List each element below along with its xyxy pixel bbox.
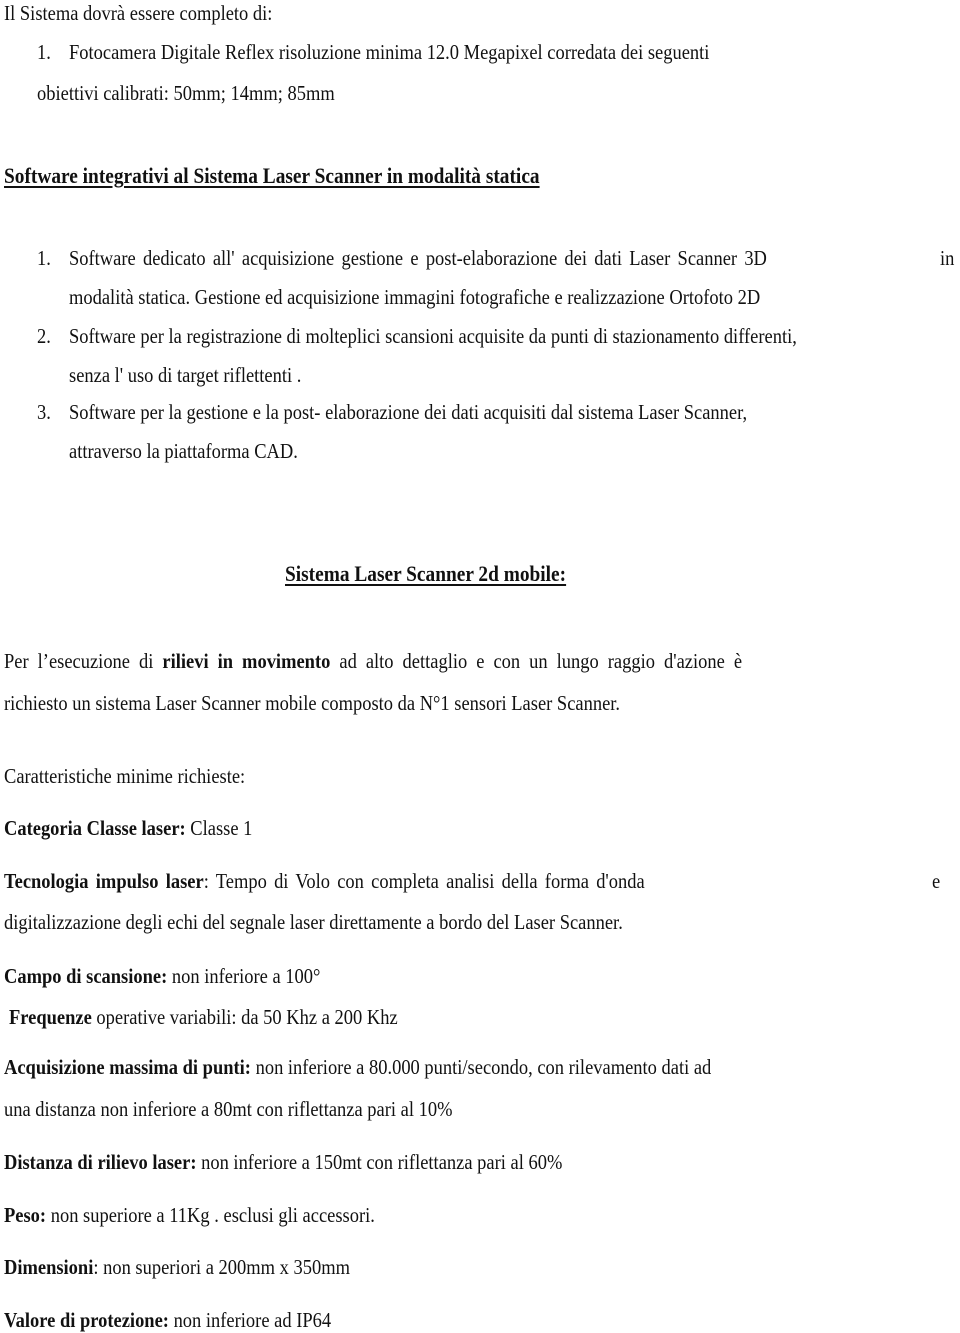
spec-frequenze-value: operative variabili: da 50 Khz a 200 Khz — [91, 1005, 398, 1029]
spec-categoria: Categoria Classe laser: Classe 1 — [4, 816, 252, 840]
mobile-intro-line2: richiesto un sistema Laser Scanner mobil… — [4, 691, 621, 715]
spec-protezione-label: Valore di protezione: — [4, 1308, 169, 1332]
spec-protezione-value: non inferiore ad IP64 — [168, 1308, 332, 1332]
spec-protezione: Valore di protezione: non inferiore ad I… — [4, 1308, 331, 1332]
spec-tecnologia-label: Tecnologia impulso laser — [4, 869, 204, 893]
spec-categoria-value: Classe 1 — [185, 816, 253, 840]
mobile-intro-post: ad alto dettaglio e con un lungo raggio … — [330, 649, 743, 673]
software-item-1-number: 1. — [37, 246, 51, 270]
software-item-2-line2: senza l' uso di target riflettenti . — [69, 363, 302, 387]
spec-categoria-label: Categoria Classe laser: — [4, 816, 186, 840]
software-item-1-line2: modalità statica. Gestione ed acquisizio… — [69, 285, 761, 309]
spec-dimensioni-label: Dimensioni — [4, 1255, 94, 1279]
software-item-3-line1: Software per la gestione e la post- elab… — [69, 400, 748, 424]
software-item-1-line1: Software dedicato all' acquisizione gest… — [69, 246, 767, 270]
spec-acquisizione-label: Acquisizione massima di punti: — [4, 1055, 251, 1079]
spec-frequenze-label: Frequenze — [9, 1005, 92, 1029]
spec-tecnologia-line2: digitalizzazione degli echi del segnale … — [4, 910, 623, 934]
requirements-label: Caratteristiche minime richieste: — [4, 764, 246, 788]
spec-dimensioni: Dimensioni: non superiori a 200mm x 350m… — [4, 1255, 350, 1279]
intro-text: Il Sistema dovrà essere completo di: — [4, 1, 273, 25]
camera-item-line1: Fotocamera Digitale Reflex risoluzione m… — [69, 40, 710, 64]
software-section-heading: Software integrativi al Sistema Laser Sc… — [4, 163, 540, 188]
mobile-intro-pre: Per l’esecuzione di — [4, 649, 163, 673]
spec-dimensioni-value: : non superiori a 200mm x 350mm — [93, 1255, 350, 1279]
spec-peso-label: Peso: — [4, 1203, 47, 1227]
spec-acquisizione-line2: una distanza non inferiore a 80mt con ri… — [4, 1097, 453, 1121]
spec-acquisizione: Acquisizione massima di punti: non infer… — [4, 1055, 711, 1079]
spec-distanza: Distanza di rilievo laser: non inferiore… — [4, 1150, 562, 1174]
mobile-section-heading: Sistema Laser Scanner 2d mobile: — [285, 561, 567, 586]
spec-tecnologia-end: e — [932, 869, 941, 893]
software-item-2-number: 2. — [37, 324, 51, 348]
spec-distanza-label: Distanza di rilievo laser: — [4, 1150, 197, 1174]
mobile-intro-line1: Per l’esecuzione di rilievi in movimento… — [4, 649, 742, 673]
spec-acquisizione-value: non inferiore a 80.000 punti/secondo, co… — [250, 1055, 712, 1079]
spec-campo-value: non inferiore a 100° — [167, 964, 321, 988]
spec-frequenze: Frequenze operative variabili: da 50 Khz… — [9, 1005, 398, 1029]
spec-tecnologia-value: : Tempo di Volo con completa analisi del… — [203, 869, 645, 893]
software-item-2-line1: Software per la registrazione di moltepl… — [69, 324, 797, 348]
spec-campo: Campo di scansione: non inferiore a 100° — [4, 964, 320, 988]
camera-item-line2: obiettivi calibrati: 50mm; 14mm; 85mm — [37, 81, 335, 105]
spec-distanza-value: non inferiore a 150mt con riflettanza pa… — [196, 1150, 563, 1174]
software-item-1-line1-end: in — [940, 246, 955, 270]
spec-peso: Peso: non superiore a 11Kg . esclusi gli… — [4, 1203, 375, 1227]
spec-campo-label: Campo di scansione: — [4, 964, 168, 988]
software-item-3-number: 3. — [37, 400, 51, 424]
spec-peso-value: non superiore a 11Kg . esclusi gli acces… — [46, 1203, 375, 1227]
spec-tecnologia: Tecnologia impulso laser: Tempo di Volo … — [4, 869, 645, 893]
software-item-3-line2: attraverso la piattaforma CAD. — [69, 439, 298, 463]
camera-item-number: 1. — [37, 40, 51, 64]
mobile-intro-bold: rilievi in movimento — [162, 649, 331, 673]
